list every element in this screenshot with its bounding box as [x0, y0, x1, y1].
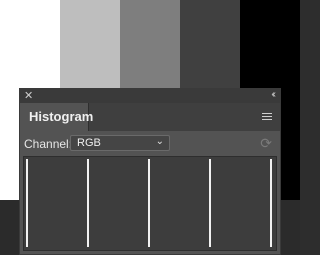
panel-header[interactable]: ✕ ‹‹	[20, 89, 280, 103]
channel-label: Channel:	[24, 137, 73, 151]
close-icon[interactable]: ✕	[24, 90, 33, 102]
histogram-spike	[270, 159, 272, 247]
hamburger-menu-icon[interactable]	[262, 113, 272, 121]
channel-row: Channel: RGB ⌄ ⟳	[20, 134, 280, 154]
histogram-graph	[23, 156, 277, 251]
histogram-spike	[26, 159, 28, 247]
tab-histogram[interactable]: Histogram	[20, 103, 93, 131]
channel-value: RGB	[77, 137, 101, 149]
panel-tabbar: Histogram	[20, 103, 280, 131]
chevron-down-icon: ⌄	[155, 136, 164, 147]
tab-label: Histogram	[29, 109, 94, 124]
histogram-spike	[148, 159, 150, 247]
histogram-spike	[209, 159, 211, 247]
histogram-panel: ✕ ‹‹ Histogram Channel: RGB ⌄ ⟳	[19, 88, 281, 255]
channel-select[interactable]: RGB ⌄	[70, 135, 170, 151]
histogram-spike	[87, 159, 89, 247]
double-chevron-icon[interactable]: ‹‹	[271, 89, 275, 101]
refresh-icon[interactable]: ⟳	[260, 135, 272, 151]
